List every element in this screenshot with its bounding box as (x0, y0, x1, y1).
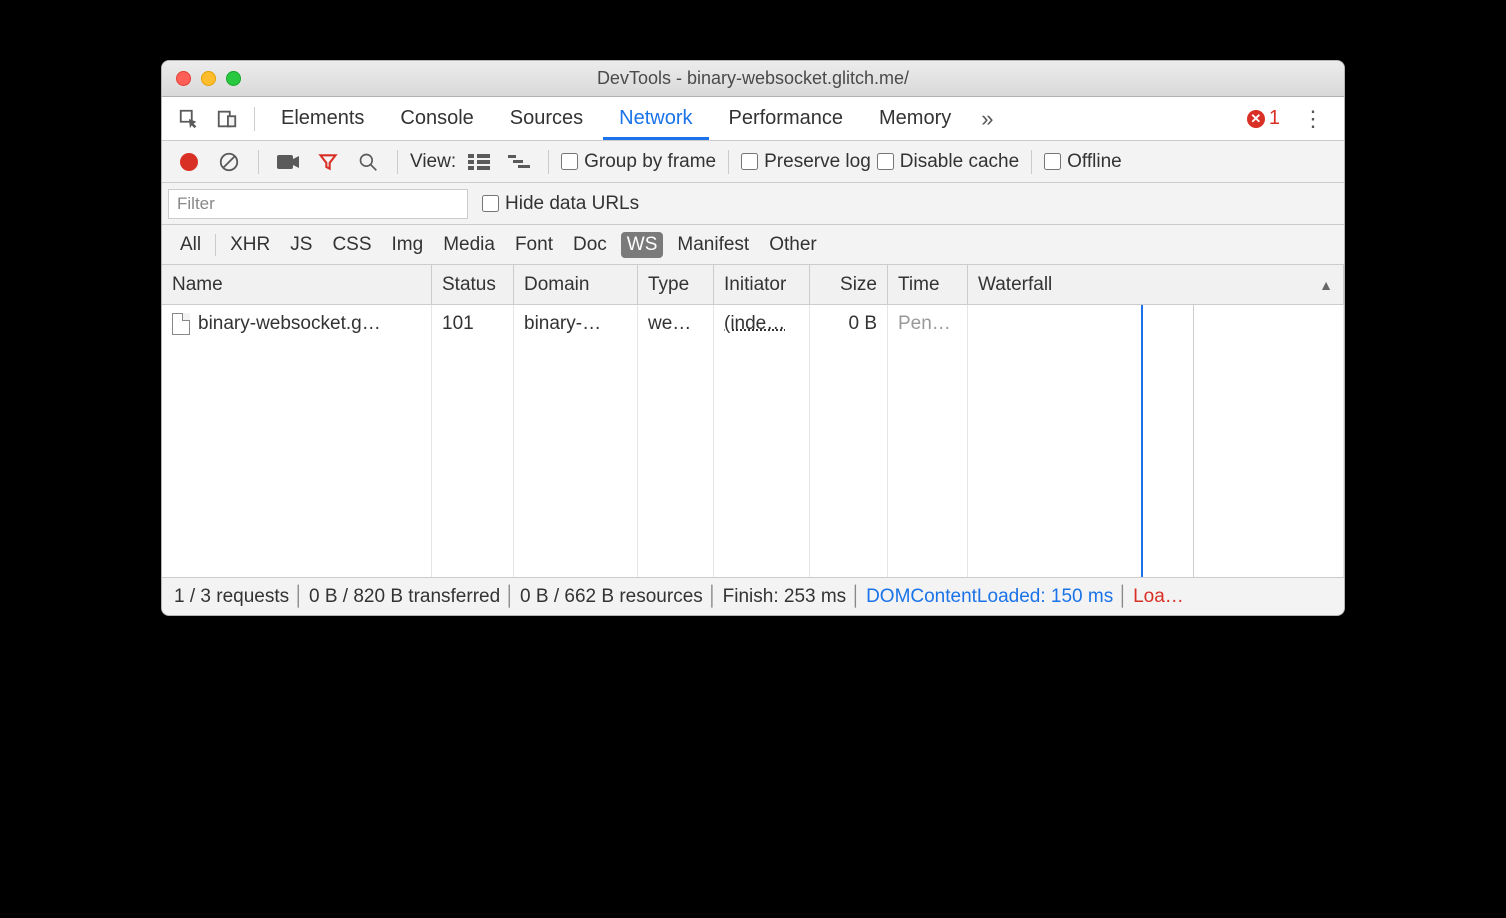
filter-img[interactable]: Img (386, 232, 430, 258)
record-icon (180, 153, 198, 171)
row-waterfall (968, 305, 1344, 343)
preserve-log-checkbox[interactable]: Preserve log (741, 151, 871, 173)
divider (258, 150, 259, 174)
col-waterfall-label: Waterfall (978, 274, 1052, 296)
filter-all[interactable]: All (174, 232, 207, 258)
filter-ws[interactable]: WS (621, 232, 664, 258)
file-icon (172, 313, 190, 335)
more-tabs-icon[interactable]: » (971, 106, 1003, 132)
filter-xhr[interactable]: XHR (224, 232, 276, 258)
traffic-lights (176, 71, 241, 86)
row-time: Pen… (888, 305, 968, 343)
tab-sources[interactable]: Sources (494, 97, 599, 140)
disable-cache-checkbox[interactable]: Disable cache (877, 151, 1019, 173)
status-dcl: DOMContentLoaded: 150 ms (866, 586, 1113, 608)
grid-header: Name Status Domain Type Initiator Size T… (162, 265, 1344, 305)
col-type[interactable]: Type (638, 265, 714, 304)
tab-console[interactable]: Console (384, 97, 489, 140)
row-type: we… (638, 305, 714, 343)
col-time[interactable]: Time (888, 265, 968, 304)
error-count-value: 1 (1269, 107, 1280, 130)
settings-menu-icon[interactable]: ⋮ (1292, 106, 1334, 132)
filter-input[interactable] (168, 189, 468, 219)
sort-asc-icon: ▲ (1319, 277, 1333, 293)
offline-checkbox[interactable]: Offline (1044, 151, 1122, 173)
status-requests: 1 / 3 requests (174, 586, 289, 608)
divider (728, 150, 729, 174)
group-by-frame-checkbox[interactable]: Group by frame (561, 151, 716, 173)
col-initiator[interactable]: Initiator (714, 265, 810, 304)
offline-label: Offline (1067, 151, 1122, 173)
error-icon: ✕ (1247, 110, 1265, 128)
divider (548, 150, 549, 174)
tab-performance[interactable]: Performance (713, 97, 860, 140)
col-waterfall[interactable]: Waterfall ▲ (968, 265, 1344, 304)
main-tabbar: Elements Console Sources Network Perform… (162, 97, 1344, 141)
table-row[interactable]: binary-websocket.g… 101 binary-… we… (in… (162, 305, 1344, 343)
col-status[interactable]: Status (432, 265, 514, 304)
status-transferred: 0 B / 820 B transferred (309, 586, 500, 608)
divider (397, 150, 398, 174)
maximize-icon[interactable] (226, 71, 241, 86)
grid-body: binary-websocket.g… 101 binary-… we… (in… (162, 305, 1344, 577)
filter-other[interactable]: Other (763, 232, 823, 258)
col-size[interactable]: Size (810, 265, 888, 304)
divider (215, 234, 216, 256)
overview-icon[interactable] (502, 145, 536, 179)
view-label: View: (410, 151, 456, 173)
error-count[interactable]: ✕ 1 (1239, 107, 1288, 130)
row-size: 0 B (810, 305, 888, 343)
status-load: Loa… (1133, 586, 1184, 608)
titlebar: DevTools - binary-websocket.glitch.me/ (162, 61, 1344, 97)
group-by-frame-label: Group by frame (584, 151, 716, 173)
device-toolbar-icon[interactable] (210, 102, 244, 136)
tab-memory[interactable]: Memory (863, 97, 967, 140)
col-domain[interactable]: Domain (514, 265, 638, 304)
network-toolbar: View: Group by frame Preserve log Disabl… (162, 141, 1344, 183)
disable-cache-label: Disable cache (900, 151, 1019, 173)
filter-js[interactable]: JS (284, 232, 318, 258)
row-domain: binary-… (514, 305, 638, 343)
filter-manifest[interactable]: Manifest (671, 232, 755, 258)
filter-font[interactable]: Font (509, 232, 559, 258)
tab-elements[interactable]: Elements (265, 97, 380, 140)
filter-doc[interactable]: Doc (567, 232, 613, 258)
divider (1031, 150, 1032, 174)
preserve-log-label: Preserve log (764, 151, 871, 173)
clear-button[interactable] (212, 145, 246, 179)
divider (254, 107, 255, 131)
devtools-window: DevTools - binary-websocket.glitch.me/ E… (161, 60, 1345, 616)
hide-data-urls-checkbox[interactable]: Hide data URLs (482, 193, 639, 215)
search-icon[interactable] (351, 145, 385, 179)
row-name: binary-websocket.g… (198, 313, 381, 335)
hide-data-urls-label: Hide data URLs (505, 193, 639, 215)
close-icon[interactable] (176, 71, 191, 86)
tab-network[interactable]: Network (603, 97, 708, 140)
large-rows-icon[interactable] (462, 145, 496, 179)
filter-media[interactable]: Media (437, 232, 501, 258)
screenshot-icon[interactable] (271, 145, 305, 179)
row-status: 101 (432, 305, 514, 343)
filter-bar: Hide data URLs (162, 183, 1344, 225)
status-bar: 1 / 3 requests│ 0 B / 820 B transferred│… (162, 577, 1344, 615)
col-name[interactable]: Name (162, 265, 432, 304)
resource-type-filter: All XHR JS CSS Img Media Font Doc WS Man… (162, 225, 1344, 265)
record-button[interactable] (172, 145, 206, 179)
filter-icon[interactable] (311, 145, 345, 179)
window-title: DevTools - binary-websocket.glitch.me/ (162, 68, 1344, 89)
inspect-element-icon[interactable] (172, 102, 206, 136)
filter-css[interactable]: CSS (326, 232, 377, 258)
status-finish: Finish: 253 ms (723, 586, 847, 608)
status-resources: 0 B / 662 B resources (520, 586, 703, 608)
minimize-icon[interactable] (201, 71, 216, 86)
row-initiator: (inde… (724, 313, 785, 335)
